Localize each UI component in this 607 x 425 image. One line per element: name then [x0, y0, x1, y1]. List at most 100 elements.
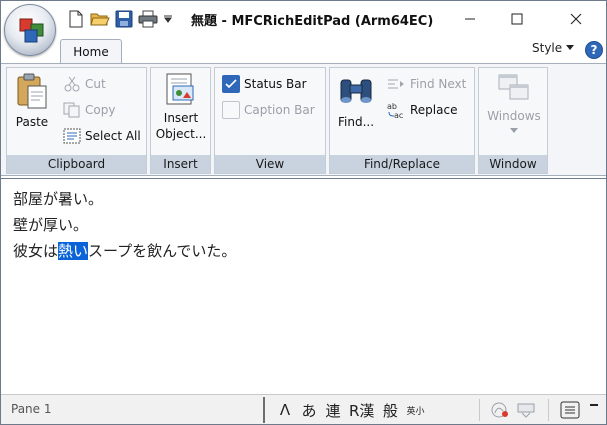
ime-mode-button[interactable]: Λ: [273, 397, 297, 423]
find-replace-group: Find... Find Next ab ac Replace Find/Repl…: [329, 67, 475, 174]
status-bar: Pane 1 Λ あ 連 R漢 般 英小: [1, 394, 606, 424]
replace-icon: abac: [387, 102, 403, 119]
status-pane-1: Pane 1: [11, 402, 52, 416]
ime-pad-icon: [517, 403, 535, 418]
replace-label: Replace: [410, 103, 458, 117]
ime-handwriting-button[interactable]: [488, 399, 512, 421]
selected-text: 熱い: [58, 242, 89, 260]
print-button[interactable]: [137, 9, 159, 29]
quick-access-toolbar: [65, 8, 175, 30]
new-file-button[interactable]: [65, 9, 87, 29]
mfc-app-icon: [19, 18, 44, 43]
select-all-label: Select All: [85, 129, 141, 143]
view-group-label: View: [215, 155, 325, 173]
select-all-icon: [63, 128, 81, 144]
svg-text:ab: ab: [387, 102, 397, 111]
scissors-icon: [64, 76, 80, 92]
windows-icon: [498, 74, 529, 100]
close-icon: [570, 13, 582, 25]
chevron-down-icon: [164, 15, 172, 23]
caret-down-icon: [566, 45, 575, 50]
rich-edit-area[interactable]: 部屋が暑い。 壁が厚い。 彼女は熱いスープを飲んでいた。: [1, 178, 606, 394]
ime-pad-button[interactable]: [514, 399, 538, 421]
copy-icon: [63, 102, 80, 118]
insert-object-button[interactable]: Insert Object...: [155, 72, 207, 142]
caption-bar-checkbox[interactable]: Caption Bar: [222, 100, 315, 120]
cut-button[interactable]: Cut: [63, 74, 106, 94]
status-separator: [548, 399, 549, 421]
tab-home[interactable]: Home: [60, 39, 122, 64]
minimize-button[interactable]: [447, 1, 493, 37]
qat-customize-dropdown[interactable]: [161, 9, 175, 29]
save-button[interactable]: [113, 9, 135, 29]
ribbon: Paste Cut Copy Select All Clipboard Inse…: [1, 63, 606, 176]
insert-object-label-line1: Insert: [163, 111, 199, 125]
insert-group-label: Insert: [151, 155, 210, 173]
window-title: 無題 - MFCRichEditPad (Arm64EC): [191, 14, 434, 29]
replace-button[interactable]: ab ac Replace: [386, 100, 457, 120]
app-window: 無題 - MFCRichEditPad (Arm64EC) Home Style…: [0, 0, 607, 425]
application-button[interactable]: [4, 4, 56, 56]
maximize-button[interactable]: [494, 1, 540, 37]
ime-alpha-lower-button[interactable]: 英小: [402, 397, 428, 423]
ribbon-tab-row: Home Style ?: [1, 39, 606, 64]
floppy-disk-icon: [115, 10, 133, 28]
editor-line-3-before: 彼女は: [13, 242, 59, 260]
svg-text:ac: ac: [394, 111, 403, 119]
status-bar-label: Status Bar: [244, 77, 307, 91]
find-next-icon: [388, 79, 404, 89]
paste-button[interactable]: Paste: [15, 72, 49, 130]
clipboard-group-label: Clipboard: [7, 155, 146, 173]
ime-conversion-button[interactable]: 連: [321, 397, 345, 423]
ime-kanji-button[interactable]: R漢: [345, 397, 378, 423]
view-group: Status Bar Caption Bar View: [214, 67, 326, 174]
menu-icon: [560, 401, 580, 419]
help-button[interactable]: ?: [585, 41, 603, 59]
minimize-icon: [590, 404, 598, 406]
new-file-icon: [69, 10, 83, 28]
status-bar-checkbox[interactable]: Status Bar: [222, 74, 307, 94]
ime-toolbar: Λ あ 連 R漢 般 英小: [263, 397, 428, 423]
insert-object-icon: [166, 73, 194, 105]
paste-icon: [17, 73, 47, 109]
editor-line-3-after: スープを飲んでいた。: [88, 242, 237, 260]
find-next-button[interactable]: Find Next: [386, 74, 466, 94]
maximize-icon: [511, 13, 523, 25]
printer-icon: [138, 10, 158, 28]
caret-down-icon: [510, 128, 518, 133]
caption-bar-check[interactable]: [222, 101, 240, 119]
handwriting-icon: [491, 402, 508, 418]
windows-button[interactable]: Windows: [485, 72, 543, 134]
ime-hiragana-button[interactable]: あ: [297, 397, 321, 423]
insert-group: Insert Object... Insert: [150, 67, 211, 174]
title-bar: 無題 - MFCRichEditPad (Arm64EC): [1, 1, 606, 39]
caption-bar-label: Caption Bar: [244, 103, 315, 117]
copy-label: Copy: [85, 103, 116, 117]
copy-button[interactable]: Copy: [63, 100, 115, 120]
insert-object-label-line2: Object...: [155, 127, 207, 141]
checkmark-icon: [225, 79, 237, 89]
clipboard-group: Paste Cut Copy Select All Clipboard: [6, 67, 147, 174]
folder-open-icon: [90, 13, 110, 26]
status-separator: [479, 399, 480, 421]
status-bar-check[interactable]: [222, 75, 240, 93]
find-next-label: Find Next: [410, 77, 467, 91]
style-menu[interactable]: Style: [532, 41, 575, 55]
window-group-label: Window: [479, 155, 547, 173]
cut-label: Cut: [85, 77, 106, 91]
find-button[interactable]: Find...: [338, 76, 374, 130]
select-all-button[interactable]: Select All: [63, 126, 141, 146]
style-menu-label: Style: [532, 41, 563, 55]
ime-minimize-button[interactable]: [585, 395, 603, 417]
ime-menu-button[interactable]: [558, 399, 582, 421]
editor-line-1: 部屋が暑い。: [13, 190, 104, 208]
find-replace-group-label: Find/Replace: [330, 155, 474, 173]
minimize-icon: [465, 18, 475, 20]
open-file-button[interactable]: [89, 9, 111, 29]
ime-general-button[interactable]: 般: [378, 397, 402, 423]
editor-line-2: 壁が厚い。: [13, 216, 89, 234]
find-label: Find...: [338, 115, 375, 129]
close-button[interactable]: [553, 1, 599, 37]
paste-label: Paste: [15, 115, 49, 129]
binoculars-icon: [340, 79, 372, 103]
